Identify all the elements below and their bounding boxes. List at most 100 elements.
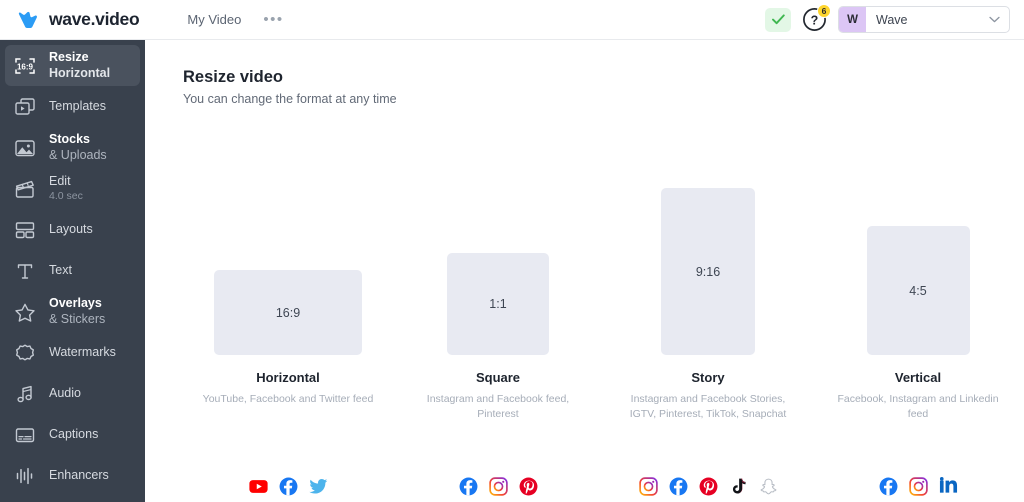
sidebar-item-label: Resize bbox=[49, 50, 89, 65]
sidebar-item-audio[interactable]: Audio bbox=[5, 373, 140, 414]
user-name: Wave bbox=[876, 12, 908, 27]
sidebar-item-text: Resize Horizontal bbox=[49, 50, 110, 81]
pinterest-icon[interactable] bbox=[519, 477, 538, 496]
preview-zone: 16:9 bbox=[183, 132, 393, 355]
help-badge-count: 6 bbox=[817, 4, 831, 18]
instagram-icon[interactable] bbox=[908, 477, 928, 496]
card-title: Story bbox=[691, 370, 725, 385]
sidebar-item-sublabel: & Uploads bbox=[49, 147, 107, 162]
ratio-label: 16:9 bbox=[275, 305, 301, 320]
nav-item-my-video[interactable]: My Video bbox=[187, 12, 241, 27]
main-panel: Resize video You can change the format a… bbox=[145, 40, 1024, 502]
card-title: Horizontal bbox=[256, 370, 320, 385]
sidebar-item-resize[interactable]: 16:9 Resize Horizontal bbox=[5, 45, 140, 86]
sidebar-item-overlays[interactable]: Overlays & Stickers bbox=[5, 291, 140, 332]
music-note-icon bbox=[12, 383, 38, 405]
sidebar-item-text: Audio bbox=[49, 386, 81, 401]
text-t-icon bbox=[12, 260, 38, 282]
sidebar-item-label: Watermarks bbox=[49, 344, 116, 359]
linkedin-icon[interactable] bbox=[939, 477, 958, 496]
format-card-list: 16:9 Horizontal YouTube, Facebook and Twit… bbox=[183, 132, 1024, 502]
format-card-horizontal[interactable]: 16:9 Horizontal YouTube, Facebook and Twit… bbox=[183, 132, 393, 502]
app-root: wave.video My Video ••• ? 6 W Wave 16:9 … bbox=[0, 0, 1024, 502]
chevron-down-icon bbox=[989, 16, 1009, 23]
image-mountain-icon bbox=[12, 137, 38, 159]
page-subtitle: You can change the format at any time bbox=[183, 92, 397, 106]
twitter-icon[interactable] bbox=[308, 477, 328, 496]
preview-zone: 4:5 bbox=[813, 132, 1023, 355]
sidebar-item-text: Layouts bbox=[49, 222, 93, 237]
card-description: Instagram and Facebook feed, Pinterest bbox=[426, 393, 570, 421]
preview-zone: 1:1 bbox=[393, 132, 603, 355]
svg-text:?: ? bbox=[811, 13, 819, 27]
card-info: Square Instagram and Facebook feed, Pinte… bbox=[393, 370, 603, 422]
card-description: YouTube, Facebook and Twitter feed bbox=[202, 393, 374, 405]
facebook-icon[interactable] bbox=[879, 477, 898, 496]
status-check-button[interactable] bbox=[765, 7, 791, 32]
user-workspace-select[interactable]: W Wave bbox=[838, 6, 1010, 33]
instagram-icon[interactable] bbox=[488, 477, 508, 496]
sidebar-item-text[interactable]: Text bbox=[5, 250, 140, 291]
sidebar-item-stocks[interactable]: Stocks & Uploads bbox=[5, 127, 140, 168]
sidebar-item-label: Enhancers bbox=[49, 467, 109, 482]
brand-name: wave.video bbox=[49, 9, 140, 29]
sidebar-item-templates[interactable]: Templates bbox=[5, 86, 140, 127]
waveform-icon bbox=[12, 465, 38, 487]
resize-crop-169-icon: 16:9 bbox=[12, 55, 38, 77]
preview-zone: 9:16 bbox=[603, 132, 813, 355]
instagram-icon[interactable] bbox=[638, 477, 658, 496]
format-card-vertical[interactable]: 4:5 Vertical Facebook, Instagram and Linke… bbox=[813, 132, 1023, 502]
snapchat-icon[interactable] bbox=[759, 477, 778, 496]
card-info: Story Instagram and Facebook Stories, IGT… bbox=[603, 370, 813, 422]
sidebar-item-text: Enhancers bbox=[49, 468, 109, 483]
sidebar-item-text: Watermarks bbox=[49, 345, 116, 360]
sidebar-item-enhancers[interactable]: Enhancers bbox=[5, 455, 140, 496]
social-platform-list bbox=[813, 477, 1023, 496]
card-description: Instagram and Facebook Stories, IGTV, Pi… bbox=[629, 393, 787, 421]
avatar: W bbox=[839, 7, 866, 32]
social-platform-list bbox=[603, 477, 813, 496]
card-description: Facebook, Instagram and Linkedin feed bbox=[837, 393, 999, 421]
facebook-icon[interactable] bbox=[459, 477, 478, 496]
card-title: Square bbox=[475, 370, 521, 385]
sidebar: 16:9 Resize Horizontal Templates Stocks & U… bbox=[0, 40, 145, 502]
format-preview-4-5[interactable]: 4:5 bbox=[866, 226, 970, 355]
help-button[interactable]: ? 6 bbox=[802, 4, 831, 32]
social-platform-list bbox=[183, 477, 393, 496]
more-dots-icon[interactable]: ••• bbox=[263, 12, 283, 27]
sidebar-item-sublabel: Horizontal bbox=[49, 65, 111, 80]
youtube-icon[interactable] bbox=[248, 477, 268, 496]
sidebar-item-text: Overlays & Stickers bbox=[49, 296, 105, 327]
format-preview-9-16[interactable]: 9:16 bbox=[661, 188, 755, 355]
sidebar-item-label: Overlays bbox=[49, 296, 102, 311]
facebook-icon[interactable] bbox=[669, 477, 688, 496]
format-card-story[interactable]: 9:16 Story Instagram and Facebook Stories,… bbox=[603, 132, 813, 502]
green-check-icon bbox=[771, 14, 785, 25]
templates-stack-icon bbox=[12, 96, 38, 118]
sidebar-item-text: Edit 4.0 sec bbox=[49, 174, 83, 202]
sidebar-item-captions[interactable]: Captions bbox=[5, 414, 140, 455]
sidebar-item-label: Captions bbox=[49, 426, 99, 441]
sidebar-item-text: Captions bbox=[49, 427, 98, 442]
format-preview-16-9[interactable]: 16:9 bbox=[214, 270, 362, 355]
card-info: Horizontal YouTube, Facebook and Twitter … bbox=[183, 370, 393, 407]
format-preview-1-1[interactable]: 1:1 bbox=[447, 253, 549, 355]
page-title: Resize video bbox=[183, 68, 283, 86]
star-icon bbox=[12, 301, 38, 323]
sidebar-item-edit[interactable]: Edit 4.0 sec bbox=[5, 168, 140, 209]
svg-text:16:9: 16:9 bbox=[17, 62, 34, 71]
badge-seal-icon bbox=[12, 342, 38, 364]
top-nav: My Video ••• bbox=[187, 12, 283, 28]
sidebar-item-text: Text bbox=[49, 263, 72, 278]
sidebar-item-sublabel: & Stickers bbox=[49, 311, 106, 326]
captions-box-icon bbox=[12, 424, 38, 446]
sidebar-item-label: Edit bbox=[49, 174, 71, 189]
facebook-icon[interactable] bbox=[279, 477, 298, 496]
format-card-square[interactable]: 1:1 Square Instagram and Facebook feed, Pi… bbox=[393, 132, 603, 502]
sidebar-item-watermarks[interactable]: Watermarks bbox=[5, 332, 140, 373]
brand[interactable]: wave.video bbox=[18, 9, 140, 30]
tiktok-icon[interactable] bbox=[729, 477, 748, 496]
sidebar-item-layouts[interactable]: Layouts bbox=[5, 209, 140, 250]
pinterest-icon[interactable] bbox=[699, 477, 718, 496]
ratio-label: 1:1 bbox=[489, 297, 507, 311]
